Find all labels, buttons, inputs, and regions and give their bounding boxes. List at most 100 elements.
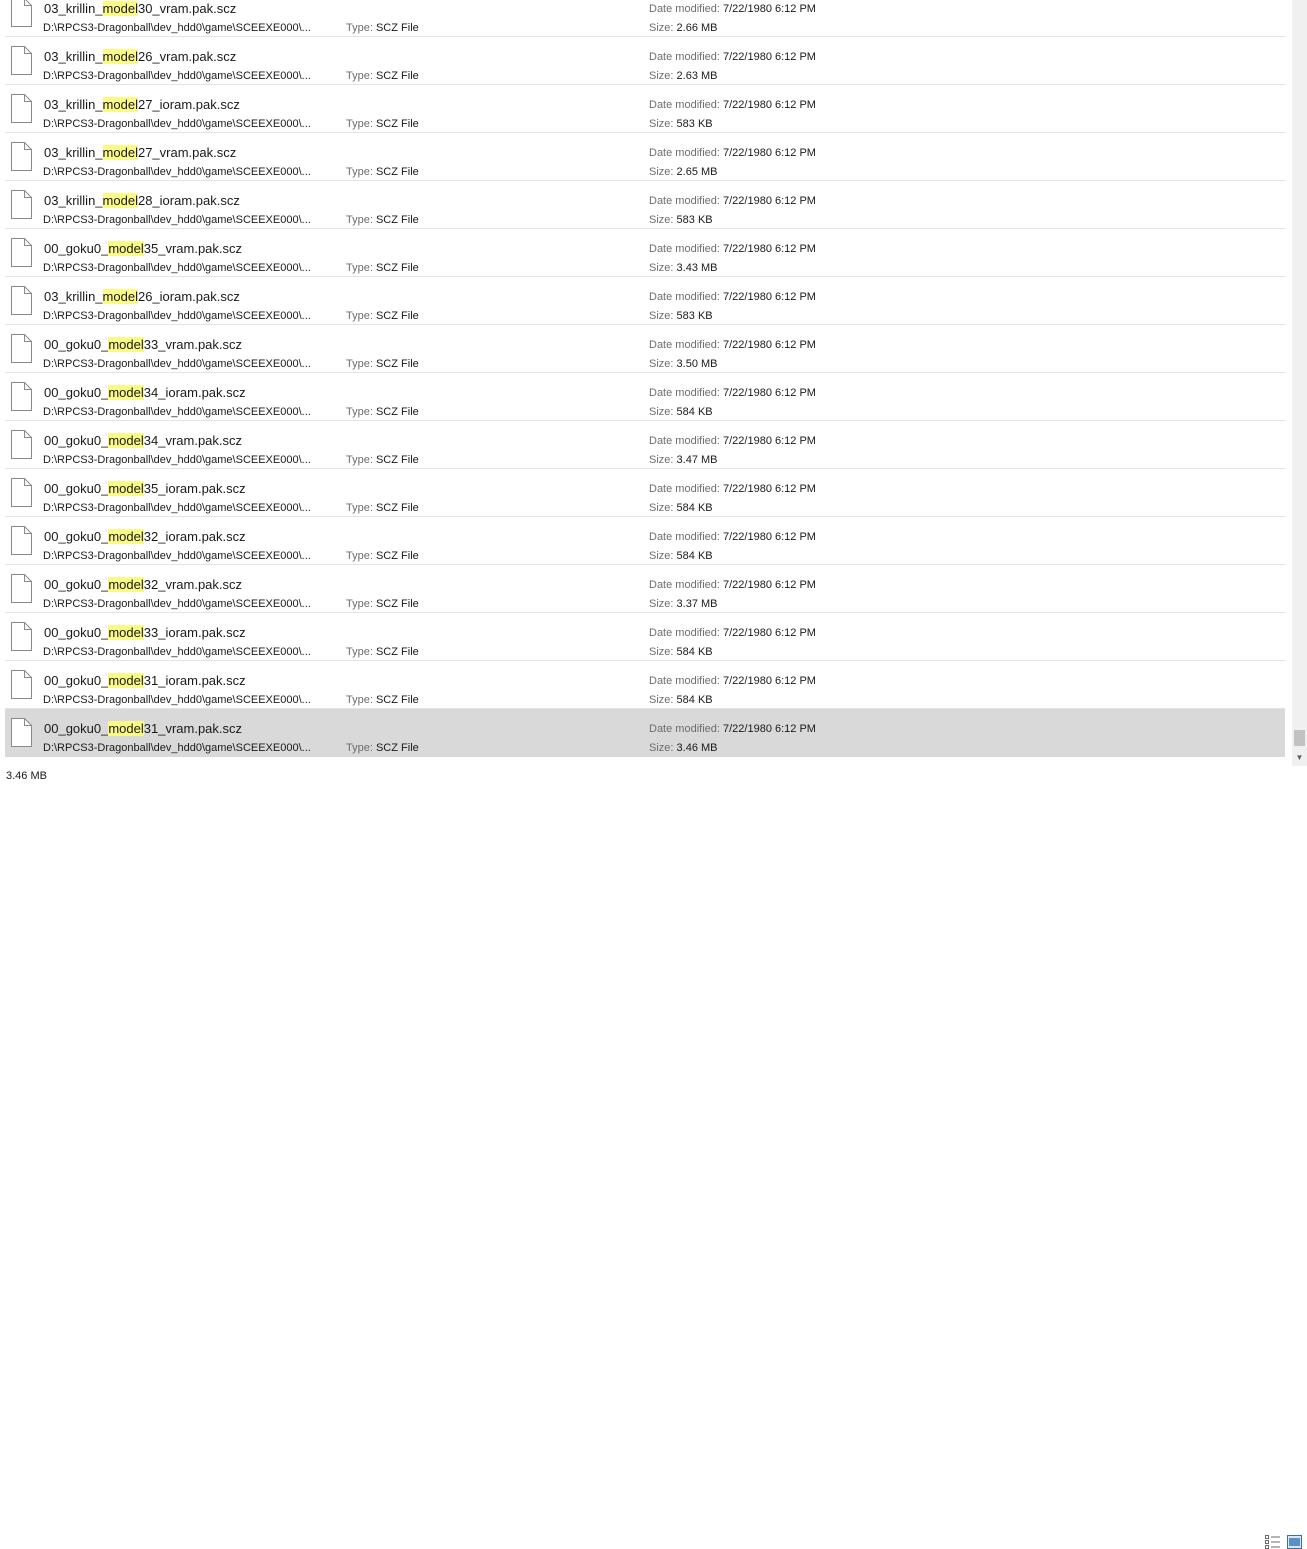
date-modified: Date modified: 7/22/1980 6:12 PM [649, 147, 816, 160]
file-size: Size: 3.47 MB [649, 454, 718, 467]
type-value: SCZ File [375, 406, 419, 418]
file-path: D:\RPCS3-Dragonball\dev_hdd0\game\SCEEXE… [43, 166, 311, 178]
search-match-highlight: model [102, 97, 138, 112]
file-path: D:\RPCS3-Dragonball\dev_hdd0\game\SCEEXE… [43, 502, 311, 514]
date-label: Date modified: [649, 627, 720, 639]
type-value: SCZ File [375, 454, 419, 466]
file-name: 00_goku0_model35_vram.pak.scz [44, 241, 242, 257]
file-name: 03_krillin_model28_ioram.pak.scz [44, 193, 240, 209]
details-view-icon[interactable] [1265, 1535, 1280, 1549]
file-name-prefix: 00_goku0_ [44, 625, 109, 640]
file-name-suffix: 32_ioram.pak.scz [143, 529, 246, 544]
type-label: Type: [346, 310, 373, 322]
file-name-prefix: 00_goku0_ [44, 337, 109, 352]
search-match-highlight: model [108, 577, 144, 592]
file-row[interactable]: 03_krillin_model26_ioram.pak.scz D:\RPCS… [5, 277, 1285, 325]
date-label: Date modified: [649, 339, 720, 351]
file-row[interactable]: 00_goku0_model32_ioram.pak.scz D:\RPCS3-… [5, 517, 1285, 565]
date-label: Date modified: [649, 51, 720, 63]
file-row[interactable]: 00_goku0_model31_vram.pak.scz D:\RPCS3-D… [5, 709, 1285, 757]
file-path: D:\RPCS3-Dragonball\dev_hdd0\game\SCEEXE… [43, 70, 311, 82]
type-label: Type: [346, 166, 373, 178]
search-match-highlight: model [108, 529, 144, 544]
file-name-prefix: 03_krillin_ [44, 193, 103, 208]
file-type: Type: SCZ File [346, 550, 419, 563]
file-name: 03_krillin_model26_ioram.pak.scz [44, 289, 240, 305]
size-value: 3.47 MB [676, 454, 718, 466]
date-value: 7/22/1980 6:12 PM [723, 51, 816, 63]
date-modified: Date modified: 7/22/1980 6:12 PM [649, 339, 816, 352]
file-row[interactable]: 03_krillin_model28_ioram.pak.scz D:\RPCS… [5, 181, 1285, 229]
file-name-prefix: 00_goku0_ [44, 385, 109, 400]
date-modified: Date modified: 7/22/1980 6:12 PM [649, 387, 816, 400]
file-name-prefix: 00_goku0_ [44, 721, 109, 736]
file-icon [11, 670, 32, 699]
file-row[interactable]: 03_krillin_model26_vram.pak.scz D:\RPCS3… [5, 37, 1285, 85]
size-label: Size: [649, 742, 674, 754]
search-match-highlight: model [102, 145, 138, 160]
file-row[interactable]: 00_goku0_model32_vram.pak.scz D:\RPCS3-D… [5, 565, 1285, 613]
scroll-thumb[interactable] [1294, 730, 1305, 746]
file-row[interactable]: 00_goku0_model35_vram.pak.scz D:\RPCS3-D… [5, 229, 1285, 277]
file-name-suffix: 27_ioram.pak.scz [137, 97, 240, 112]
date-value: 7/22/1980 6:12 PM [723, 243, 816, 255]
file-row[interactable]: 00_goku0_model35_ioram.pak.scz D:\RPCS3-… [5, 469, 1285, 517]
file-name: 00_goku0_model34_vram.pak.scz [44, 433, 242, 449]
file-name-suffix: 35_ioram.pak.scz [143, 481, 246, 496]
file-name: 00_goku0_model33_ioram.pak.scz [44, 625, 246, 641]
file-size: Size: 583 KB [649, 214, 713, 227]
file-name: 00_goku0_model34_ioram.pak.scz [44, 385, 246, 401]
file-name-prefix: 03_krillin_ [44, 49, 103, 64]
date-label: Date modified: [649, 531, 720, 543]
type-label: Type: [346, 214, 373, 226]
date-modified: Date modified: 7/22/1980 6:12 PM [649, 99, 816, 112]
file-name-prefix: 00_goku0_ [44, 433, 109, 448]
file-icon [11, 574, 32, 603]
type-value: SCZ File [375, 118, 419, 130]
file-name-suffix: 30_vram.pak.scz [137, 1, 237, 16]
file-path: D:\RPCS3-Dragonball\dev_hdd0\game\SCEEXE… [43, 118, 311, 130]
file-row[interactable]: 00_goku0_model34_ioram.pak.scz D:\RPCS3-… [5, 373, 1285, 421]
file-icon [11, 622, 32, 651]
file-icon [11, 430, 32, 459]
file-name: 00_goku0_model35_ioram.pak.scz [44, 481, 246, 497]
date-value: 7/22/1980 6:12 PM [723, 195, 816, 207]
file-name: 03_krillin_model27_vram.pak.scz [44, 145, 236, 161]
file-type: Type: SCZ File [346, 358, 419, 371]
date-label: Date modified: [649, 243, 720, 255]
type-value: SCZ File [375, 742, 419, 754]
file-row[interactable]: 00_goku0_model33_vram.pak.scz D:\RPCS3-D… [5, 325, 1285, 373]
file-size: Size: 3.46 MB [649, 742, 718, 755]
type-label: Type: [346, 454, 373, 466]
file-row[interactable]: 03_krillin_model27_ioram.pak.scz D:\RPCS… [5, 85, 1285, 133]
results-rows: 03_krillin_model30_vram.pak.scz D:\RPCS3… [0, 0, 1292, 757]
type-value: SCZ File [375, 550, 419, 562]
tiles-view-icon[interactable] [1287, 1535, 1302, 1549]
file-row[interactable]: 00_goku0_model31_ioram.pak.scz D:\RPCS3-… [5, 661, 1285, 709]
date-value: 7/22/1980 6:12 PM [723, 483, 816, 495]
search-match-highlight: model [108, 481, 144, 496]
file-path: D:\RPCS3-Dragonball\dev_hdd0\game\SCEEXE… [43, 214, 311, 226]
size-label: Size: [649, 502, 674, 514]
file-name-prefix: 00_goku0_ [44, 529, 109, 544]
chevron-down-icon[interactable]: ▼ [1292, 750, 1307, 766]
file-row[interactable]: 00_goku0_model34_vram.pak.scz D:\RPCS3-D… [5, 421, 1285, 469]
date-value: 7/22/1980 6:12 PM [723, 147, 816, 159]
file-name: 03_krillin_model27_ioram.pak.scz [44, 97, 240, 113]
file-name-suffix: 35_vram.pak.scz [143, 241, 243, 256]
type-label: Type: [346, 502, 373, 514]
file-size: Size: 3.37 MB [649, 598, 718, 611]
search-match-highlight: model [102, 289, 138, 304]
file-row[interactable]: 03_krillin_model27_vram.pak.scz D:\RPCS3… [5, 133, 1285, 181]
file-name-prefix: 03_krillin_ [44, 1, 103, 16]
type-label: Type: [346, 406, 373, 418]
file-path: D:\RPCS3-Dragonball\dev_hdd0\game\SCEEXE… [43, 22, 311, 34]
vertical-scrollbar[interactable]: ▼ [1292, 0, 1307, 766]
file-icon [11, 46, 32, 75]
type-label: Type: [346, 646, 373, 658]
type-value: SCZ File [375, 598, 419, 610]
file-row[interactable]: 00_goku0_model33_ioram.pak.scz D:\RPCS3-… [5, 613, 1285, 661]
search-match-highlight: model [102, 49, 138, 64]
file-row[interactable]: 03_krillin_model30_vram.pak.scz D:\RPCS3… [5, 0, 1285, 37]
file-type: Type: SCZ File [346, 598, 419, 611]
